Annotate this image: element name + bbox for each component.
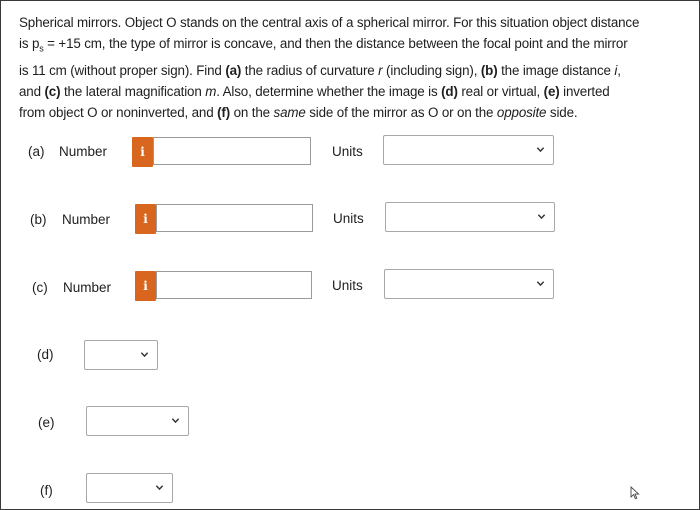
part-a-units-label: Units bbox=[332, 144, 363, 159]
part-a-info-button[interactable]: i bbox=[132, 137, 153, 167]
chevron-down-icon bbox=[140, 352, 149, 358]
part-d-select[interactable] bbox=[84, 340, 158, 370]
problem-line-3: is 11 cm (without proper sign). Find (a)… bbox=[19, 63, 621, 79]
problem-line-5: from object O or noninverted, and (f) on… bbox=[19, 105, 578, 121]
part-b-number-input[interactable] bbox=[156, 204, 313, 232]
info-icon: i bbox=[140, 145, 145, 159]
info-icon: i bbox=[143, 279, 148, 293]
part-c-number-label: Number bbox=[63, 280, 112, 295]
part-c-units-label: Units bbox=[332, 278, 363, 293]
problem-statement: Spherical mirrors. Object O stands on th… bbox=[19, 12, 691, 124]
chevron-down-icon bbox=[537, 214, 546, 220]
problem-line-1: Spherical mirrors. Object O stands on th… bbox=[19, 15, 640, 30]
part-c-label: (c) bbox=[32, 280, 48, 295]
part-b-number-label: Number bbox=[62, 212, 111, 227]
part-a-units-select[interactable] bbox=[383, 135, 554, 165]
chevron-down-icon bbox=[536, 147, 545, 153]
part-b-label: (b) bbox=[30, 212, 47, 227]
part-f-select[interactable] bbox=[86, 473, 173, 503]
chevron-down-icon bbox=[536, 281, 545, 287]
info-icon: i bbox=[143, 212, 148, 226]
part-b-info-button[interactable]: i bbox=[135, 204, 156, 234]
part-c-info-button[interactable]: i bbox=[135, 271, 156, 301]
part-a-number-input[interactable] bbox=[153, 137, 311, 165]
part-b-units-select[interactable] bbox=[385, 202, 555, 232]
problem-line-2: is ps = +15 cm, the type of mirror is co… bbox=[19, 36, 628, 54]
chevron-down-icon bbox=[155, 485, 164, 491]
part-f-label: (f) bbox=[40, 483, 53, 498]
part-b-units-label: Units bbox=[333, 211, 364, 226]
chevron-down-icon bbox=[171, 418, 180, 424]
problem-line-4: and (c) the lateral magnification m. Als… bbox=[19, 84, 610, 100]
part-a-number-label: Number bbox=[59, 144, 108, 159]
part-c-units-select[interactable] bbox=[384, 269, 554, 299]
part-a-label: (a) bbox=[28, 144, 45, 159]
part-e-label: (e) bbox=[38, 415, 55, 430]
part-e-select[interactable] bbox=[86, 406, 189, 436]
part-d-label: (d) bbox=[37, 347, 54, 362]
question-panel: Spherical mirrors. Object O stands on th… bbox=[0, 0, 700, 510]
mouse-cursor-icon bbox=[630, 486, 640, 500]
part-c-number-input[interactable] bbox=[156, 271, 312, 299]
